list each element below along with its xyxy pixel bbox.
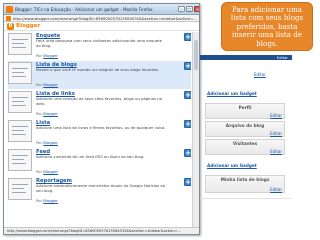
gadget-item-reportagem[interactable]: Reportagem Adicione automaticamente manc… [8, 177, 191, 205]
gadget-box-title: Visitantes [232, 142, 258, 147]
gadget-author: Por Blogger [36, 82, 58, 87]
gadget-box-perfil[interactable]: Perfil Editar [205, 103, 285, 119]
gadget-author: Por Blogger [36, 140, 58, 145]
gadget-description: Faça uma pesquisa com seus visitantes ad… [36, 38, 163, 48]
add-gadget-button[interactable]: + [184, 91, 191, 99]
site-favicon [6, 16, 11, 21]
add-gadget-button[interactable]: + [184, 120, 191, 128]
gadget-thumbnail [8, 120, 32, 142]
editar-link[interactable]: Editar [270, 131, 282, 136]
gadget-box-visitantes[interactable]: Visitantes Editar [205, 139, 285, 155]
callout-text: Para adicionar uma lista com seus blogs … [230, 5, 304, 48]
blogger-header: B Blogger [4, 22, 199, 31]
layout-header-bar: Editar [200, 55, 292, 60]
gadget-description: Adicione uma coleção de seus sites favor… [36, 96, 162, 106]
blogger-app-icon [6, 6, 13, 13]
add-gadget-button[interactable]: + [184, 149, 191, 157]
status-bar: http://www.blogger.com/rearrange?blogID=… [4, 227, 199, 234]
gadget-item-lista[interactable]: Lista Adicione uma lista de livros e fil… [8, 119, 191, 147]
gadget-thumbnail [8, 62, 32, 84]
address-url[interactable]: http://www.blogger.com/rearrange?blogID=… [13, 15, 197, 22]
gadget-item-lista-de-blogs[interactable]: Lista de blogs Mostre o que você lê usan… [8, 61, 191, 89]
gadget-list: Enquete Faça uma pesquisa com seus visit… [4, 32, 191, 227]
gadget-author: Por Blogger [36, 53, 58, 58]
divider [200, 198, 292, 199]
popup-scrollbar[interactable] [192, 32, 199, 227]
gadget-description: Adicione uma lista de livros e filmes fa… [36, 125, 166, 130]
gadget-box-arquivo-do-blog[interactable]: Arquivo do blog Editar [205, 121, 285, 137]
gadget-thumbnail [8, 91, 32, 113]
add-gadget-link[interactable]: Adicionar um Gadget [207, 163, 257, 168]
gadget-box-title: Minha lista de blogs [220, 178, 270, 183]
gadget-box-title: Perfil [238, 106, 252, 111]
editar-link[interactable]: Editar [254, 72, 266, 77]
blogger-brand: Blogger [16, 23, 41, 29]
maximize-icon[interactable]: □ [186, 6, 193, 12]
address-bar[interactable]: http://www.blogger.com/rearrange?blogID=… [4, 15, 199, 22]
status-url: http://www.blogger.com/rearrange?blogID=… [7, 229, 182, 233]
gadget-author: Por Blogger [36, 169, 58, 174]
instruction-callout: Para adicionar uma lista com seus blogs … [221, 2, 313, 51]
gadget-item-feed[interactable]: Feed Adicione conteúdo de um feed RSS ou… [8, 148, 191, 176]
header-editar-link[interactable]: Editar [277, 55, 288, 60]
window-title: Blogger: TICs na Educação - Adicionar um… [15, 7, 153, 12]
editar-link[interactable]: Editar [270, 187, 282, 192]
gadget-author: Por Blogger [36, 111, 58, 116]
blogger-logo-icon: B [7, 23, 14, 30]
gadget-thumbnail [8, 33, 32, 55]
gadget-item-enquete[interactable]: Enquete Faça uma pesquisa com seus visit… [8, 32, 191, 60]
add-gadget-button[interactable]: + [184, 33, 191, 41]
window-titlebar[interactable]: Blogger: TICs na Educação - Adicionar um… [4, 4, 199, 15]
editar-link[interactable]: Editar [270, 149, 282, 154]
add-gadget-link[interactable]: Adicionar um Gadget [207, 91, 257, 96]
gadget-thumbnail [8, 149, 32, 171]
gadget-thumbnail [8, 178, 32, 200]
add-gadget-button[interactable]: + [184, 62, 191, 70]
add-gadget-popup-window: Blogger: TICs na Educação - Adicionar um… [3, 3, 200, 235]
gadget-box-minha-lista-de-blogs[interactable]: Minha lista de blogs Editar [205, 175, 285, 193]
gadget-item-lista-de-links[interactable]: Lista de links Adicione uma coleção de s… [8, 90, 191, 118]
gadget-description: Adicione automaticamente manchetes atuai… [36, 183, 166, 193]
close-icon[interactable]: × [194, 6, 199, 12]
editar-link[interactable]: Editar [270, 113, 282, 118]
gadget-description: Mostre o que você lê usando um blogroll … [36, 67, 159, 72]
minimize-icon[interactable]: – [178, 6, 185, 12]
gadget-author: Por Blogger [36, 198, 58, 203]
gadget-box-title: Arquivo do blog [225, 124, 265, 129]
add-gadget-button[interactable]: + [184, 178, 191, 186]
gadget-description: Adicione conteúdo de um feed RSS ou Atom… [36, 154, 145, 159]
scrollbar-thumb[interactable] [194, 40, 198, 70]
